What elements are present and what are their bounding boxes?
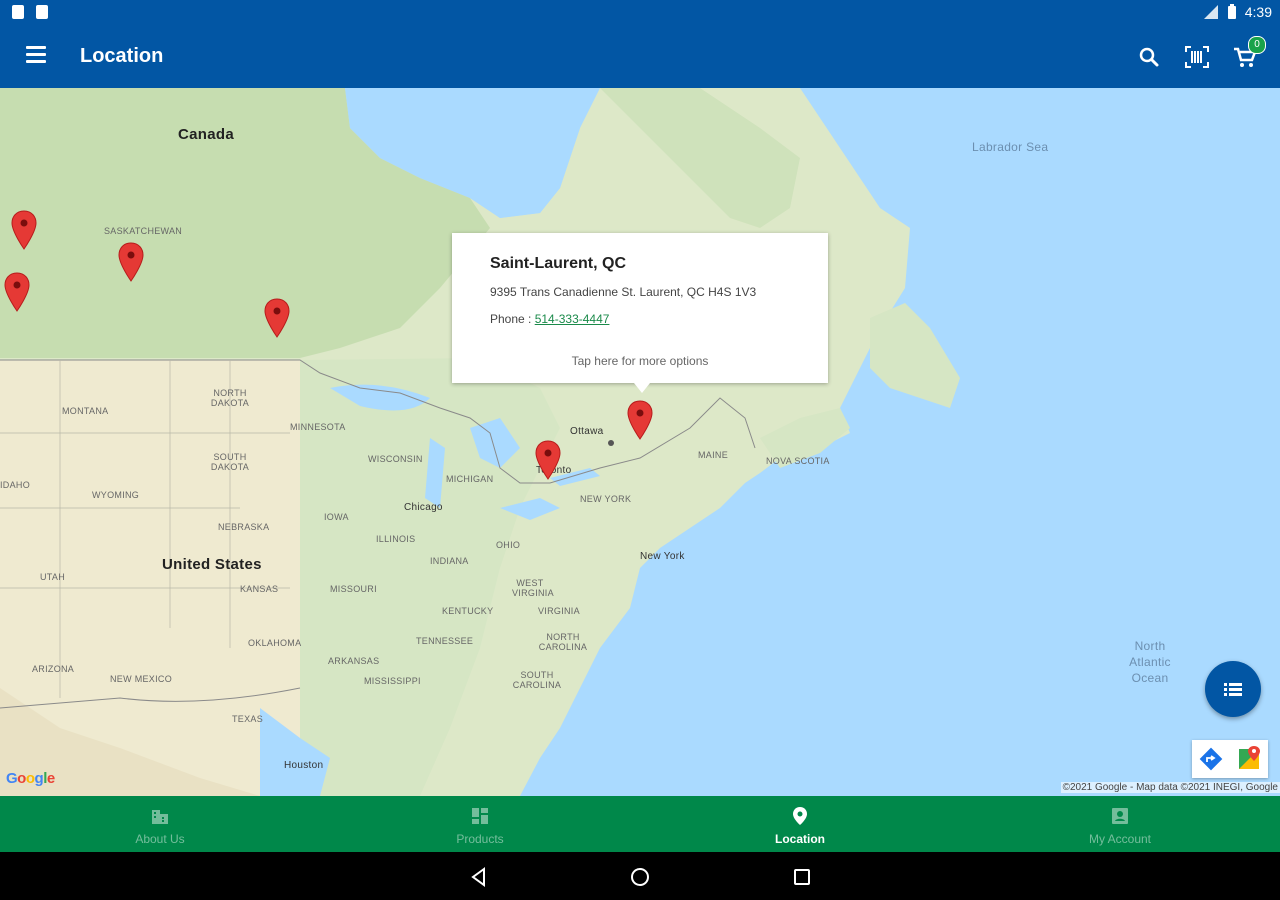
back-icon[interactable] — [468, 866, 490, 888]
nav-item-about-us[interactable]: About Us — [0, 796, 320, 852]
map-label-region: INDIANA — [430, 556, 469, 566]
list-icon — [1224, 683, 1242, 696]
location-pin-icon — [793, 807, 807, 825]
cart-icon[interactable]: 0 — [1230, 36, 1266, 72]
map-label-region: MISSOURI — [330, 584, 377, 594]
map-label-city: Ottawa — [570, 426, 604, 437]
app-bar: Location 0 — [0, 26, 1280, 88]
map-label-region: ILLINOIS — [376, 534, 416, 544]
map-label-region: KANSAS — [240, 584, 279, 594]
map-label-region: TENNESSEE — [416, 636, 474, 646]
directions-icon[interactable] — [1192, 740, 1230, 778]
map-label-region: MISSISSIPPI — [364, 676, 421, 686]
location-address: 9395 Trans Canadienne St. Laurent, QC H4… — [490, 285, 757, 299]
page-title: Location — [80, 45, 164, 67]
map-label-region: NORTH CAROLINA — [538, 632, 588, 652]
map-label-region: WYOMING — [92, 490, 140, 500]
map-label-region: NEW MEXICO — [110, 674, 173, 684]
map-label-region: SASKATCHEWAN — [104, 226, 183, 236]
google-logo: Google — [6, 770, 55, 787]
nav-label: About Us — [135, 832, 185, 846]
map-label-region: WEST VIRGINIA — [512, 578, 554, 598]
map-pin-selected[interactable] — [627, 400, 653, 440]
map-toolbar — [1192, 740, 1268, 778]
map-label-region: KENTUCKY — [442, 606, 494, 616]
status-time: 4:39 — [1244, 4, 1272, 20]
notification-icon — [12, 5, 24, 19]
system-navigation-bar — [0, 852, 1280, 900]
location-info-window[interactable]: Saint-Laurent, QC 9395 Trans Canadienne … — [452, 233, 828, 393]
signal-icon — [1203, 5, 1218, 19]
map-label-region: VIRGINIA — [538, 606, 580, 616]
map-label-region: OHIO — [496, 540, 521, 550]
map-label-region: IDAHO — [0, 480, 31, 490]
account-box-icon — [1112, 808, 1128, 824]
map-label-water: North Atlantic Ocean — [1129, 639, 1171, 685]
phone-link[interactable]: 514-333-4447 — [535, 312, 610, 326]
location-title: Saint-Laurent, QC — [490, 255, 627, 272]
map-label-city: New York — [640, 551, 685, 562]
nav-label: Products — [456, 832, 504, 846]
map-view[interactable]: Canada United States Labrador Sea North … — [0, 88, 1280, 796]
map-label-region: MAINE — [698, 450, 729, 460]
map-label-water: Labrador Sea — [972, 140, 1049, 154]
status-bar: 4:39 — [0, 0, 1280, 26]
map-label-region: MICHIGAN — [446, 474, 494, 484]
map-label-region: UTAH — [40, 572, 66, 582]
map-label-region: NOVA SCOTIA — [766, 456, 830, 466]
phone-label: Phone : — [490, 312, 535, 326]
recents-icon[interactable] — [791, 866, 813, 888]
map-pin[interactable] — [264, 298, 290, 338]
map-label-region: SOUTH CAROLINA — [512, 670, 562, 690]
map-label-region: OKLAHOMA — [248, 638, 302, 648]
map-label-region: ARKANSAS — [328, 656, 380, 666]
map-label-region: NORTH DAKOTA — [210, 388, 250, 408]
bottom-navigation: About Us Products Location My Account — [0, 796, 1280, 852]
map-label-region: MINNESOTA — [290, 422, 346, 432]
nav-label: My Account — [1088, 832, 1152, 846]
battery-icon — [1227, 4, 1236, 19]
map-pin[interactable] — [118, 242, 144, 282]
menu-icon[interactable] — [26, 46, 46, 64]
map-label-region: NEW YORK — [580, 494, 632, 504]
map-canvas — [0, 88, 960, 796]
map-label-city: Houston — [284, 760, 324, 771]
nav-item-products[interactable]: Products — [320, 796, 640, 852]
home-icon[interactable] — [629, 866, 651, 888]
nav-label: Location — [775, 832, 825, 846]
map-label-region: MONTANA — [62, 406, 109, 416]
google-maps-icon[interactable] — [1230, 740, 1268, 778]
map-attribution: ©2021 Google - Map data ©2021 INEGI, Goo… — [1060, 782, 1280, 793]
nav-item-my-account[interactable]: My Account — [960, 796, 1280, 852]
notification-icon — [36, 5, 48, 19]
map-label-country: Canada — [178, 126, 234, 143]
building-icon — [152, 810, 168, 824]
cart-badge: 0 — [1248, 36, 1266, 54]
map-label-country: United States — [162, 556, 262, 573]
map-label-city: Chicago — [404, 502, 443, 513]
list-view-button[interactable] — [1205, 661, 1261, 717]
dashboard-icon — [472, 808, 488, 824]
nav-item-location[interactable]: Location — [640, 796, 960, 852]
search-icon[interactable] — [1134, 42, 1164, 72]
map-label-region: IOWA — [324, 512, 349, 522]
location-phone: Phone : 514-333-4447 — [490, 312, 609, 326]
map-label-region: ARIZONA — [32, 664, 75, 674]
map-label-region: NEBRASKA — [218, 522, 270, 532]
map-label-region: TEXAS — [232, 714, 264, 724]
map-pin[interactable] — [11, 210, 37, 250]
map-pin[interactable] — [535, 440, 561, 480]
barcode-scan-icon[interactable] — [1182, 42, 1212, 72]
map-label-region: WISCONSIN — [368, 454, 423, 464]
more-options-link[interactable]: Tap here for more options — [452, 354, 828, 368]
map-pin[interactable] — [4, 272, 30, 312]
map-label-region: SOUTH DAKOTA — [210, 452, 250, 472]
